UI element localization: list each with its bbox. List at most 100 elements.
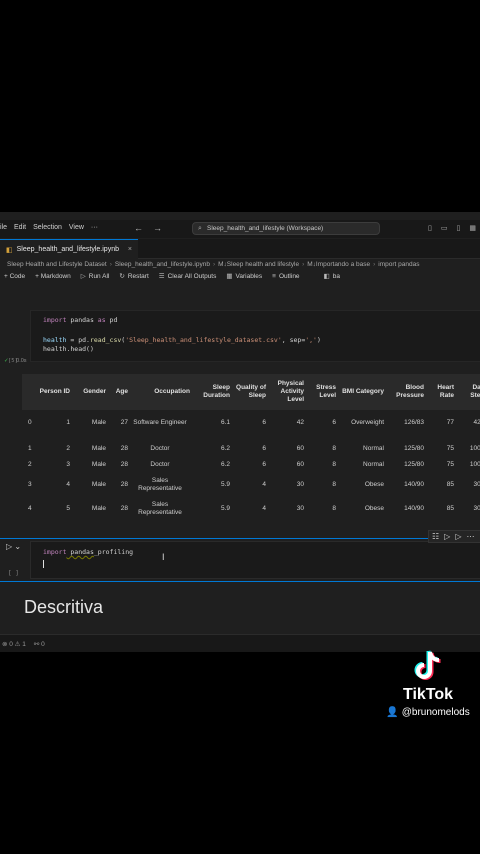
table-cell: 4200 <box>473 419 480 426</box>
variables-label: Variables <box>235 272 263 280</box>
table-cell: Obese <box>364 481 384 488</box>
table-cell: 28 <box>120 461 128 468</box>
table-cell: 42 <box>296 419 304 426</box>
table-cell: 4 <box>262 505 266 512</box>
table-cell: 4 <box>66 481 70 488</box>
kernel-picker[interactable]: ◧ ba <box>324 272 340 281</box>
execution-count: [ ] <box>8 570 19 577</box>
back-arrow-icon[interactable]: ← <box>134 223 143 233</box>
table-cell: 3000 <box>473 481 480 488</box>
outline-label: Outline <box>278 272 300 280</box>
column-header: Age <box>115 388 128 395</box>
column-header: Occupation <box>154 388 190 395</box>
code-cell-editor[interactable]: import pandas_profiling I <box>30 541 480 579</box>
breadcrumb-item[interactable]: M↓Importando a base <box>307 261 370 268</box>
column-header: Blood Pressure <box>396 384 424 399</box>
run-all-button[interactable]: ▷ Run All <box>80 272 110 281</box>
code-line: health.head() <box>43 345 94 353</box>
customize-layout-icon[interactable]: ▦ <box>469 224 476 232</box>
outline-button[interactable]: ≡ Outline <box>272 272 299 280</box>
row-index: 0 <box>28 419 32 426</box>
table-cell: 75 <box>446 445 454 452</box>
command-center-label: Sleep_health_and_lifestyle (Workspace) <box>207 225 324 232</box>
table-cell: 126/83 <box>404 419 424 426</box>
code-cell-editor[interactable]: import pandas as pd health = pd.read_csv… <box>30 310 480 362</box>
clear-outputs-button[interactable]: ☰ Clear All Outputs <box>158 272 217 281</box>
tiktok-username: @brunomelods <box>401 707 470 718</box>
table-cell: Obese <box>364 505 384 512</box>
table-row: 4 5 Male 28 Sales Representative 5.9 4 30 8 Obese… <box>22 498 480 520</box>
table-cell: Overweight <box>351 419 384 426</box>
markdown-heading[interactable]: Descritiva <box>24 597 103 618</box>
command-center[interactable]: ⌕ Sleep_health_and_lifestyle (Workspace) <box>192 222 380 235</box>
code-cell-active: ▷ ⌄ [ ] import pandas_profiling I <box>0 538 480 582</box>
row-index: 4 <box>28 505 32 512</box>
row-index: 2 <box>28 461 32 468</box>
menu-edit[interactable]: Edit <box>14 224 26 231</box>
table-cell: 30 <box>296 505 304 512</box>
table-cell: 1 <box>66 419 70 426</box>
table-cell: 5.9 <box>220 505 230 512</box>
table-cell: 60 <box>296 445 304 452</box>
table-cell: 28 <box>120 505 128 512</box>
breadcrumb: Sleep Health and Lifestyle Dataset › Sle… <box>7 261 419 268</box>
table-cell: Doctor <box>150 445 170 452</box>
breadcrumb-item[interactable]: Sleep_health_and_lifestyle.ipynb <box>115 261 210 268</box>
tab-notebook[interactable]: ◧ Sleep_health_and_lifestyle.ipynb × <box>0 239 138 259</box>
table-cell: 10000 <box>469 445 480 452</box>
variables-button[interactable]: ▦ Variables <box>226 272 263 281</box>
layout-panel-icon[interactable]: ▭ <box>441 224 448 232</box>
table-cell: 140/90 <box>404 505 424 512</box>
chevron-right-icon: › <box>373 261 376 268</box>
menu-selection[interactable]: Selection <box>33 224 62 231</box>
breadcrumb-item[interactable]: Sleep Health and Lifestyle Dataset <box>7 261 107 268</box>
table-cell: 125/80 <box>404 445 424 452</box>
execute-below-icon[interactable]: ▷ <box>455 532 461 541</box>
run-below-icon[interactable]: ▷ <box>444 532 450 541</box>
table-header: Person ID Gender Age Occupation Sleep Du… <box>22 374 480 410</box>
add-markdown-button[interactable]: + Markdown <box>35 272 71 280</box>
menu-file[interactable]: ile <box>0 224 7 231</box>
run-above-icon[interactable]: ☷ <box>432 532 439 541</box>
problems-indicator[interactable]: ⊗ 0 ⚠ 1 <box>2 640 26 648</box>
chevron-right-icon: › <box>212 261 216 268</box>
notebook-toolbar: + Code + Markdown ▷ Run All ↻ Restart ☰ Cle… <box>4 272 340 281</box>
text-cursor <box>43 560 44 568</box>
column-header: Person ID <box>39 388 70 395</box>
ports-indicator[interactable]: ⚯ 0 <box>34 640 45 648</box>
column-header: BMI Category <box>342 388 384 395</box>
run-cell-button[interactable]: ▷ ⌄ <box>6 542 21 551</box>
menu-view[interactable]: View <box>69 224 84 231</box>
restart-button[interactable]: ↻ Restart <box>119 272 149 281</box>
column-header: Heart Rate <box>437 384 454 399</box>
breadcrumb-item[interactable]: M↓Sleep health and lifestyle <box>218 261 299 268</box>
add-code-button[interactable]: + Code <box>4 272 25 280</box>
table-cell: Sales Representative <box>138 501 182 516</box>
more-actions-icon[interactable]: ⋯ <box>466 532 474 541</box>
table-cell: 28 <box>120 445 128 452</box>
table-cell: Sales Representative <box>138 477 182 492</box>
restart-label: Restart <box>127 272 149 280</box>
user-icon: 👤 <box>386 707 399 718</box>
editor-tab-bar: ◧ Sleep_health_and_lifestyle.ipynb × <box>0 239 480 259</box>
breadcrumb-item[interactable]: import pandas <box>378 261 419 268</box>
table-cell: 4 <box>262 481 266 488</box>
chevron-right-icon: › <box>302 261 305 268</box>
table-cell: Normal <box>363 461 384 468</box>
column-header: Physical Activity Level <box>277 380 304 403</box>
chevron-right-icon: › <box>109 261 112 268</box>
table-row: 1 2 Male 28 Doctor 6.2 6 60 8 Normal 125/80 75 10000 <box>22 442 480 456</box>
layout-secondary-icon[interactable]: ▯ <box>457 224 461 232</box>
tiktok-name: TikTok <box>402 686 454 703</box>
forward-arrow-icon[interactable]: → <box>153 223 162 233</box>
variables-icon: ▦ <box>226 273 233 280</box>
close-icon[interactable]: × <box>128 246 132 253</box>
column-header: Sleep Duration <box>203 384 230 399</box>
run-all-label: Run All <box>88 272 110 280</box>
clear-icon: ☰ <box>158 273 165 280</box>
play-icon: ▷ <box>80 273 86 280</box>
menu-more[interactable]: ··· <box>91 224 98 231</box>
tiktok-watermark: TikTok 👤 @brunomelods <box>376 648 480 718</box>
table-cell: 2 <box>66 445 70 452</box>
layout-sidebar-icon[interactable]: ▯ <box>428 224 432 232</box>
